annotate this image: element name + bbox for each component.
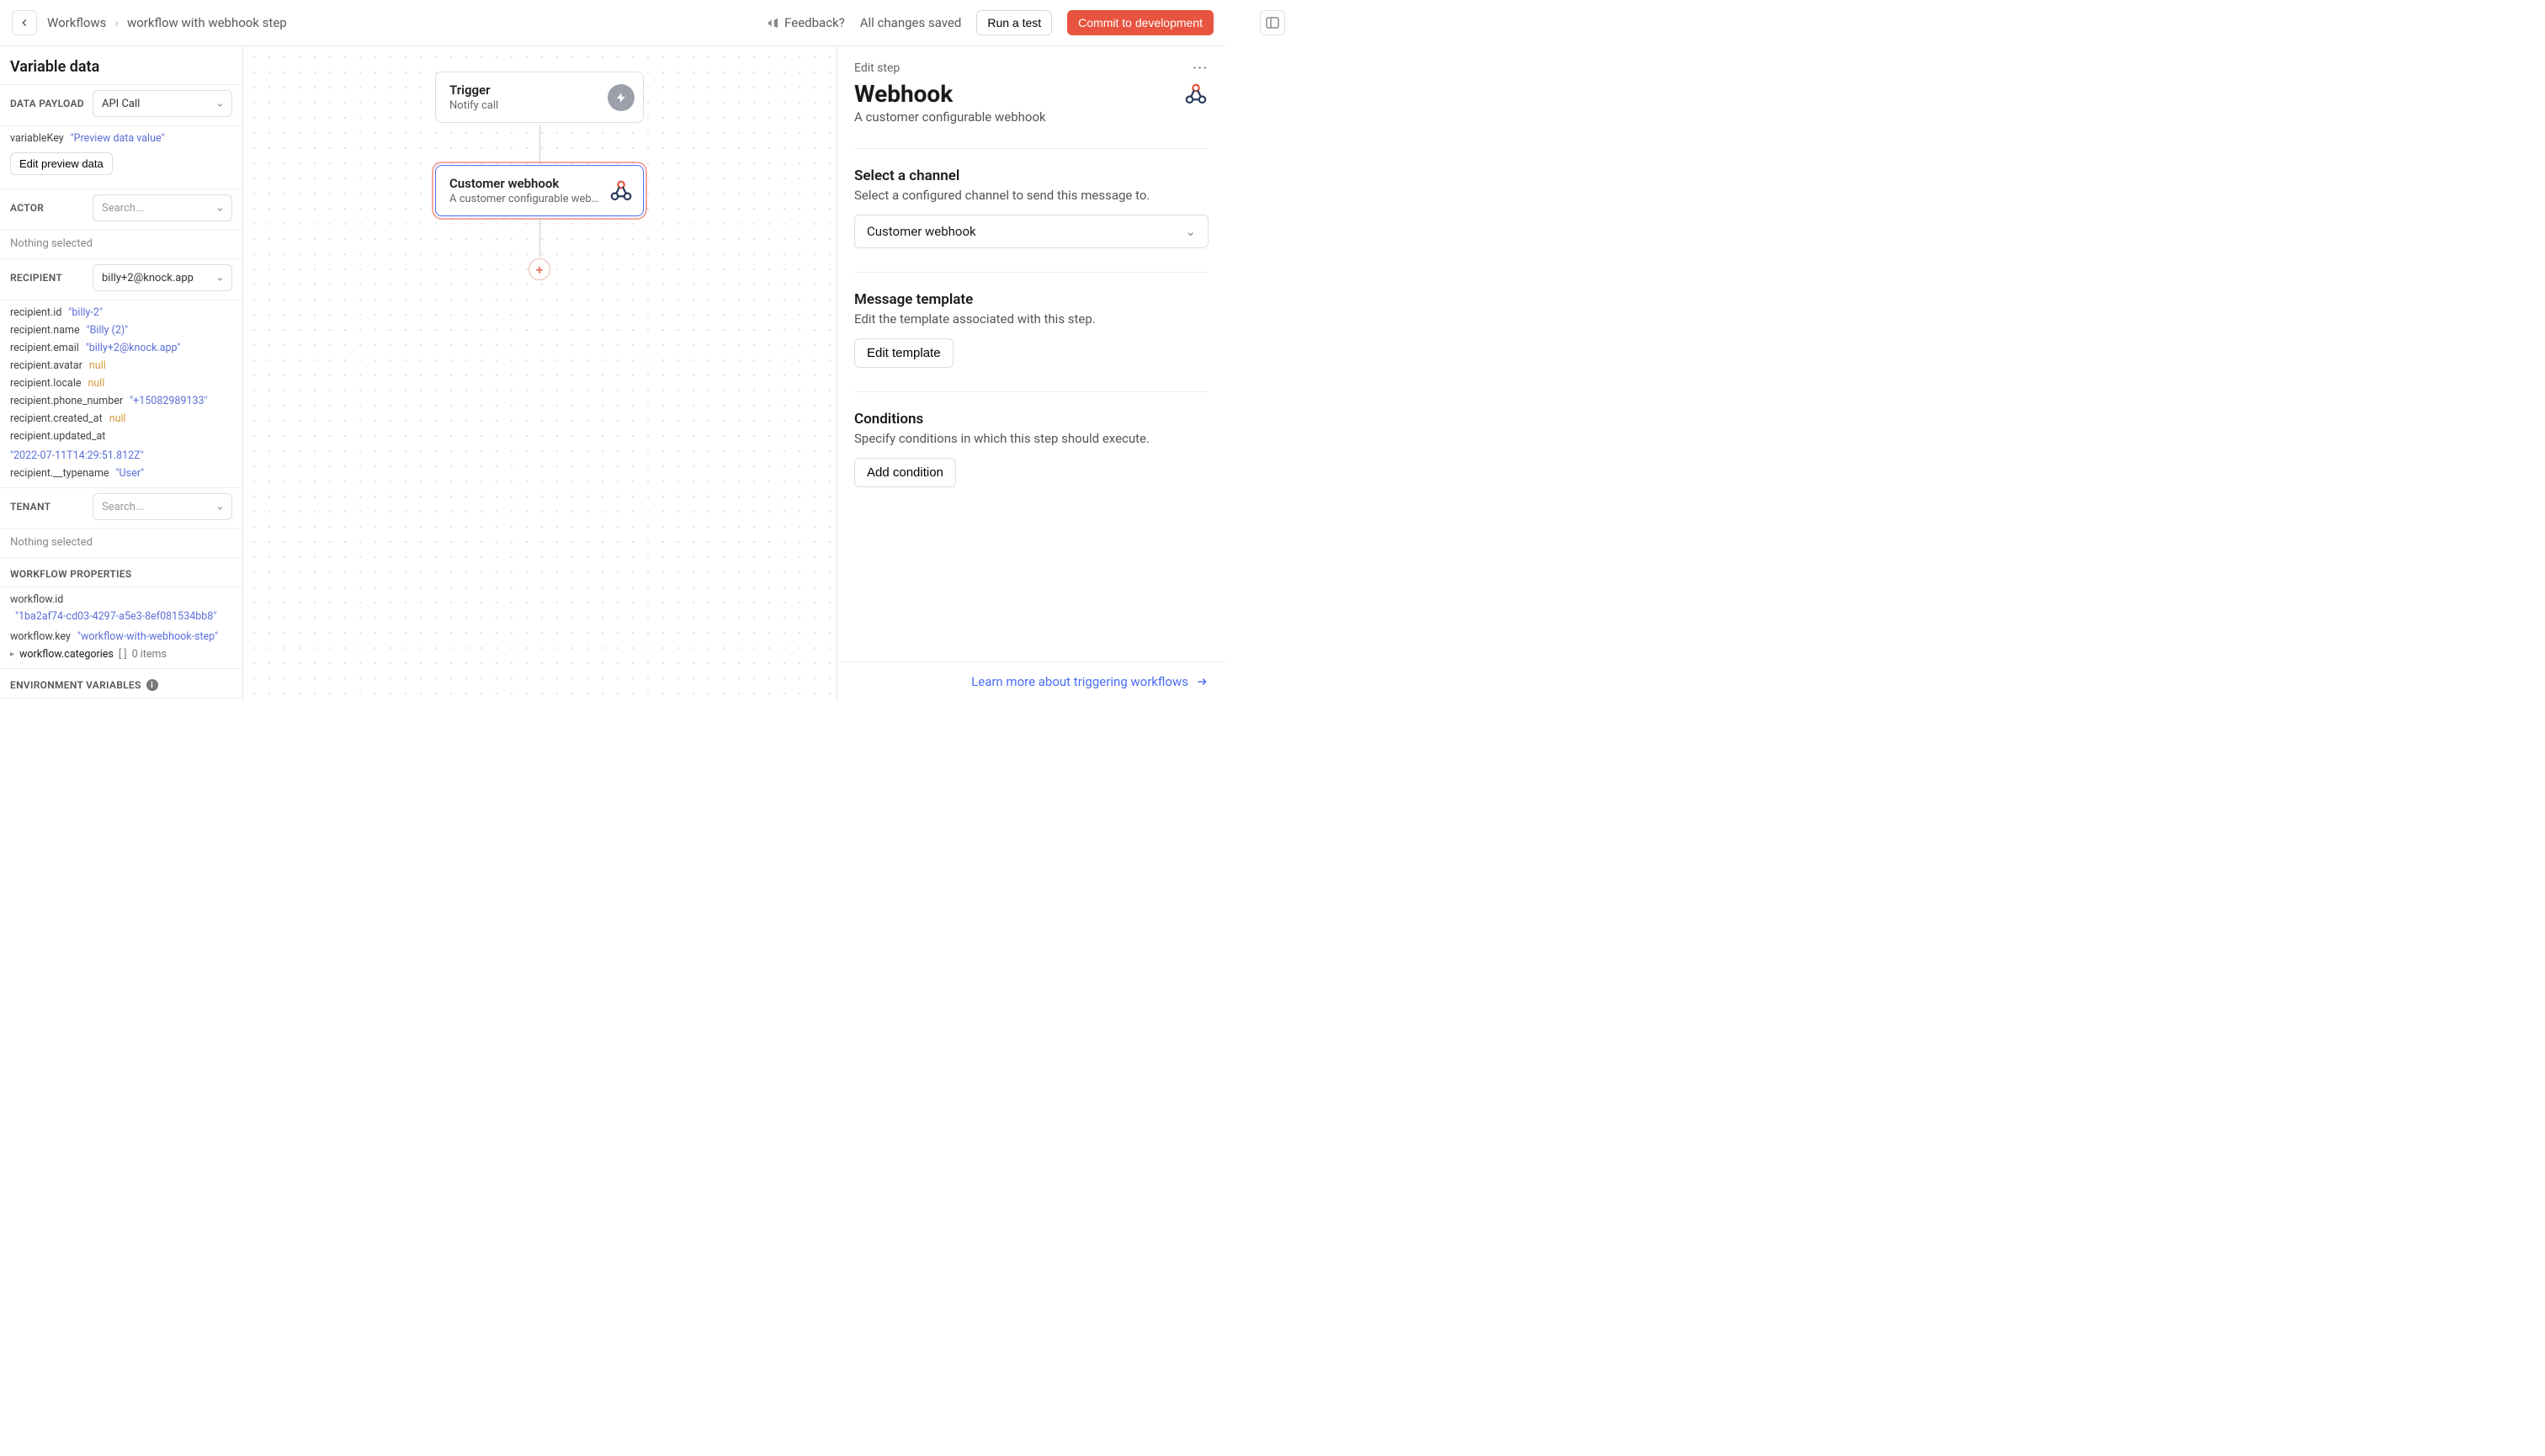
trigger-node-subtitle: Notify call: [449, 99, 601, 112]
run-test-button[interactable]: Run a test: [976, 10, 1052, 35]
chevron-down-icon: ⌄: [215, 501, 225, 513]
webhook-node-title: Customer webhook: [449, 176, 601, 191]
commit-button[interactable]: Commit to development: [1067, 10, 1214, 35]
workflow-properties-label: WORKFLOW PROPERTIES: [0, 558, 242, 587]
chevron-down-icon: ⌄: [1185, 224, 1196, 239]
lightning-icon: [608, 84, 635, 111]
environment-variables-label: ENVIRONMENT VARIABLES: [10, 679, 141, 691]
recipient-property-row: recipient.email"billy+2@knock.app": [0, 339, 242, 357]
step-subtitle: A customer configurable webhook: [854, 109, 1209, 125]
save-status: All changes saved: [860, 15, 962, 30]
trigger-node-title: Trigger: [449, 82, 601, 98]
data-payload-label: DATA PAYLOAD: [10, 98, 84, 109]
tenant-select[interactable]: Search... ⌄: [93, 493, 232, 520]
conditions-description: Specify conditions in which this step sh…: [854, 431, 1209, 446]
template-heading: Message template: [854, 291, 1209, 308]
actor-nothing-selected: Nothing selected: [0, 231, 242, 259]
webhook-icon: [608, 178, 635, 205]
recipient-property-row: recipient.localenull: [0, 375, 242, 392]
workflow-id-key: workflow.id: [10, 593, 63, 606]
chevron-left-icon: [19, 17, 30, 29]
feedback-link[interactable]: Feedback?: [767, 15, 845, 30]
arrow-right-icon: [1195, 676, 1209, 688]
channel-heading: Select a channel: [854, 167, 1209, 184]
recipient-property-row: recipient.updated_at"2022-07-11T14:29:51…: [0, 428, 242, 465]
template-description: Edit the template associated with this s…: [854, 311, 1209, 327]
channel-description: Select a configured channel to send this…: [854, 188, 1209, 203]
variable-data-panel: Variable data DATA PAYLOAD API Call ⌄ va…: [0, 46, 243, 701]
tenant-nothing-selected: Nothing selected: [0, 529, 242, 558]
sidebar-icon: [1266, 17, 1279, 29]
info-icon[interactable]: i: [146, 679, 158, 691]
add-step-button[interactable]: +: [529, 258, 550, 280]
edit-step-panel: Edit step ··· Webhook A customer configu…: [837, 46, 1225, 701]
recipient-property-row: recipient.created_atnull: [0, 410, 242, 428]
actor-select[interactable]: Search... ⌄: [93, 194, 232, 221]
workflow-canvas[interactable]: Trigger Notify call Customer webhook A c…: [243, 46, 837, 701]
webhook-node-subtitle: A customer configurable webh...: [449, 193, 601, 205]
recipient-label: RECIPIENT: [10, 272, 84, 284]
variable-key-label: variableKey: [10, 132, 64, 145]
workflow-categories-row[interactable]: ▸ workflow.categories [ ] 0 items: [0, 646, 242, 663]
workflow-id-value: "1ba2af74-cd03-4297-a5e3-8ef081534bb8": [0, 608, 242, 628]
webhook-step-node[interactable]: Customer webhook A customer configurable…: [435, 165, 644, 216]
edit-template-button[interactable]: Edit template: [854, 338, 954, 368]
recipient-property-row: recipient.__typename"User": [0, 465, 242, 482]
connector-line: [539, 218, 540, 257]
workflow-key-value: "workflow-with-webhook-step": [77, 630, 218, 643]
recipient-property-row: recipient.avatarnull: [0, 357, 242, 375]
chevron-right-icon: ›: [114, 15, 119, 30]
chevron-down-icon: ⌄: [215, 98, 225, 110]
recipient-property-row: recipient.phone_number"+15082989133": [0, 392, 242, 410]
edit-step-label: Edit step: [854, 61, 900, 75]
recipient-select[interactable]: billy+2@knock.app ⌄: [93, 264, 232, 291]
chevron-right-icon: ▸: [10, 650, 14, 659]
tenant-label: TENANT: [10, 501, 84, 513]
webhook-icon: [1183, 82, 1209, 107]
recipient-property-row: recipient.id"billy-2": [0, 304, 242, 321]
trigger-node[interactable]: Trigger Notify call: [435, 72, 644, 123]
panel-title: Variable data: [0, 46, 242, 84]
edit-preview-data-button[interactable]: Edit preview data: [10, 152, 113, 175]
variable-key-value: "Preview data value": [71, 132, 165, 145]
add-condition-button[interactable]: Add condition: [854, 458, 956, 487]
chevron-down-icon: ⌄: [215, 272, 225, 284]
step-title: Webhook: [854, 80, 953, 108]
conditions-heading: Conditions: [854, 411, 1209, 428]
breadcrumb-current: workflow with webhook step: [127, 15, 287, 30]
more-icon[interactable]: ···: [1193, 61, 1209, 75]
chevron-down-icon: ⌄: [215, 202, 225, 215]
connector-line: [539, 125, 540, 164]
megaphone-icon: [767, 17, 779, 29]
data-payload-select[interactable]: API Call ⌄: [93, 90, 232, 117]
channel-select[interactable]: Customer webhook ⌄: [854, 215, 1209, 248]
back-button[interactable]: [12, 10, 37, 35]
panel-toggle-button[interactable]: [1260, 10, 1285, 35]
actor-label: ACTOR: [10, 202, 84, 214]
recipient-property-row: recipient.name"Billy (2)": [0, 321, 242, 339]
breadcrumb-root[interactable]: Workflows: [47, 15, 106, 30]
breadcrumb: Workflows › workflow with webhook step: [47, 15, 287, 30]
learn-more-link[interactable]: Learn more about triggering workflows: [971, 674, 1209, 689]
workflow-key-key: workflow.key: [10, 630, 71, 643]
